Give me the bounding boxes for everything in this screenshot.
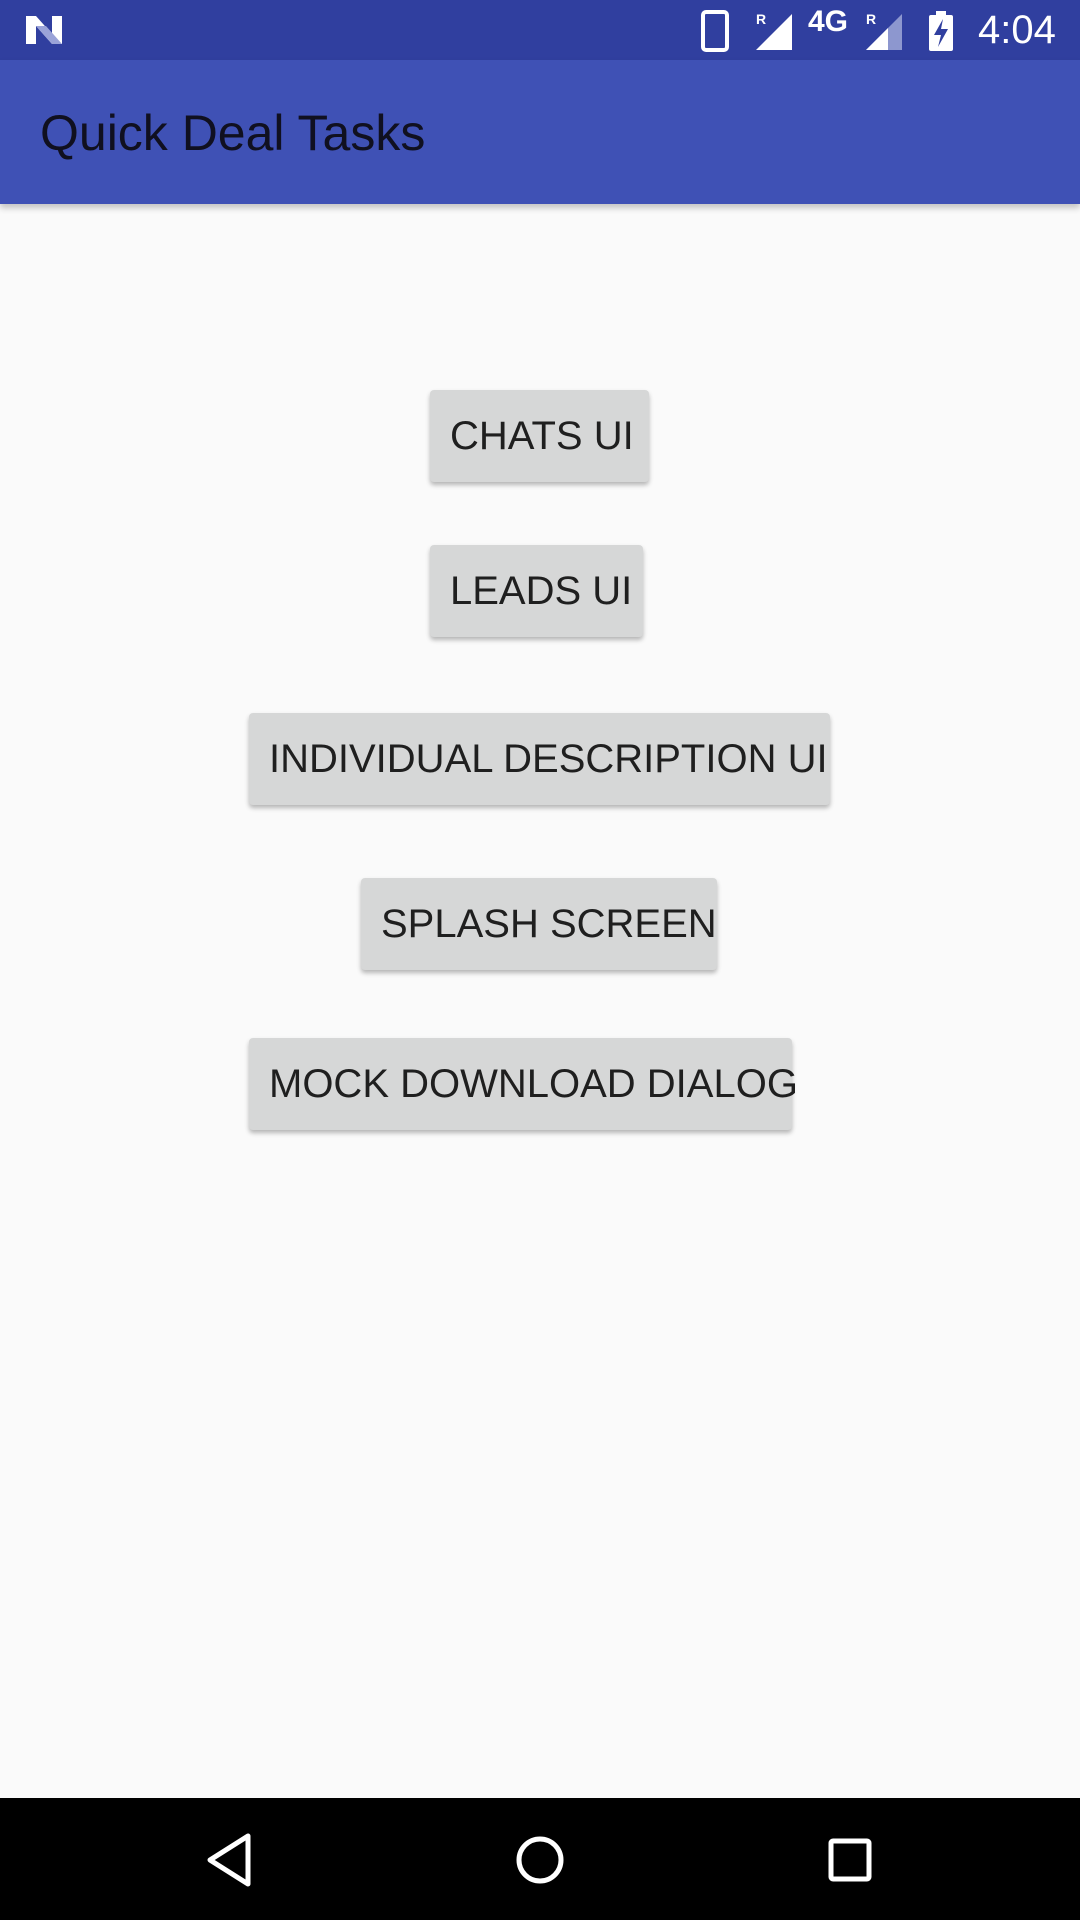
- signal-icon: R: [756, 11, 792, 50]
- chats-ui-button[interactable]: CHATS UI: [430, 390, 649, 482]
- recents-icon[interactable]: [818, 1828, 882, 1892]
- screen: R 4G R 4:04 Quick Deal Tasks CHATS UI LE…: [0, 0, 1080, 1920]
- status-clock: 4:04: [978, 8, 1056, 52]
- home-icon[interactable]: [508, 1828, 572, 1892]
- individual-description-ui-button[interactable]: INDIVIDUAL DESCRIPTION UI: [249, 713, 830, 805]
- n-logo-icon: [26, 16, 62, 44]
- battery-charging-icon: [929, 11, 953, 51]
- app-title: Quick Deal Tasks: [40, 105, 426, 161]
- status-bar: R 4G R 4:04: [0, 0, 1080, 60]
- leads-ui-button[interactable]: LEADS UI: [430, 545, 643, 637]
- mock-download-dialog-button[interactable]: MOCK DOWNLOAD DIALOG: [249, 1038, 798, 1130]
- roaming-label: R: [756, 11, 766, 27]
- app-bar: Quick Deal Tasks: [0, 60, 1080, 204]
- network-type-label: 4G: [808, 5, 849, 38]
- roaming-label: R: [866, 11, 876, 27]
- navigation-bar: [0, 1798, 1080, 1920]
- splash-screen-button[interactable]: SPLASH SCREEN: [361, 878, 717, 970]
- phone-icon: [701, 10, 729, 52]
- signal-icon: R: [866, 11, 902, 50]
- back-icon[interactable]: [198, 1828, 262, 1892]
